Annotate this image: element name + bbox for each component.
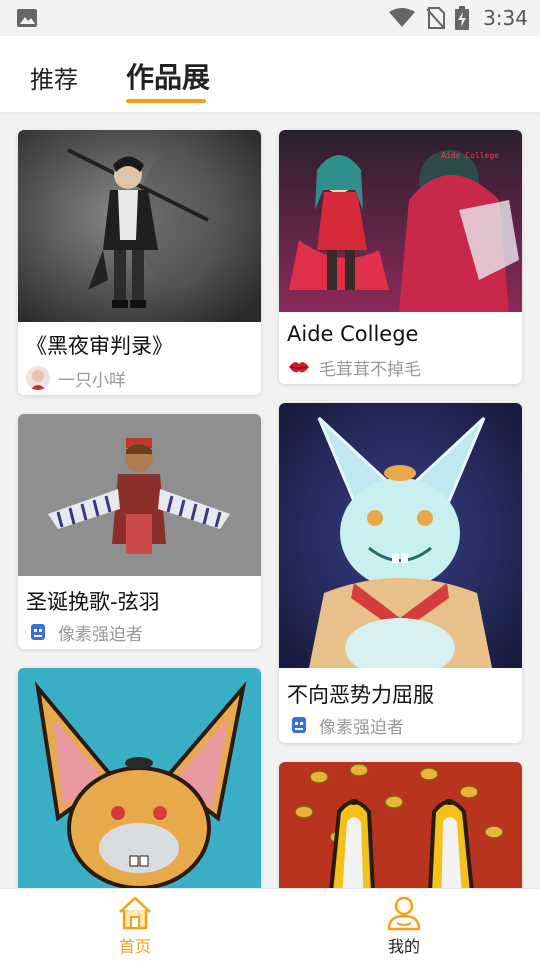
nav-home-label: 首页 [118,937,151,956]
author-row: 像素强迫者 [287,712,404,738]
work-image: Aide College [279,130,522,312]
user-icon [387,896,421,931]
active-tab-indicator [126,99,206,103]
bottom-navigation: 首页 我的 [0,888,540,961]
work-title: Aide College [287,322,419,346]
work-title: 《黑夜审判录》 [26,334,173,358]
work-card[interactable]: Aide College Aide College 毛茸茸不掉毛 [279,130,522,384]
author-name: 像素强迫者 [58,624,143,645]
home-icon [119,896,151,930]
author-row: 像素强迫者 [26,619,143,645]
status-bar: 3:34 [0,0,540,36]
author-name: 一只小咩 [58,370,126,391]
work-image [18,414,261,576]
tab-works-exhibition[interactable]: 作品展 [126,56,210,96]
tab-recommend[interactable]: 推荐 [30,60,78,95]
art-caption: Aide College [441,151,499,160]
work-image [18,130,261,322]
work-image [279,403,522,668]
top-tab-bar: 推荐 作品展 [0,36,540,112]
author-avatar [26,366,50,390]
author-avatar [26,620,50,644]
battery-charging-icon [455,6,470,30]
author-avatar [287,713,311,737]
author-avatar [287,355,311,379]
nav-home[interactable]: 首页 [95,895,175,959]
author-name: 像素强迫者 [319,717,404,738]
work-card[interactable]: 圣诞挽歌-弦羽 像素强迫者 [18,414,261,649]
work-card[interactable] [18,668,261,908]
work-title: 圣诞挽歌-弦羽 [26,590,160,614]
wifi-icon [389,8,416,27]
author-row: 毛茸茸不掉毛 [287,354,421,380]
author-name: 毛茸茸不掉毛 [319,359,421,380]
work-title: 不向恶势力屈服 [287,683,434,707]
author-row: 一只小咩 [26,365,126,391]
image-notification-icon [17,9,37,27]
work-card[interactable]: 《黑夜审判录》 一只小咩 [18,130,261,395]
work-image [18,668,261,908]
no-sim-icon [426,7,446,29]
nav-mine-label: 我的 [387,937,420,956]
clock-time: 3:34 [483,6,528,30]
nav-mine[interactable]: 我的 [364,895,444,959]
work-card[interactable]: 不向恶势力屈服 像素强迫者 [279,403,522,743]
